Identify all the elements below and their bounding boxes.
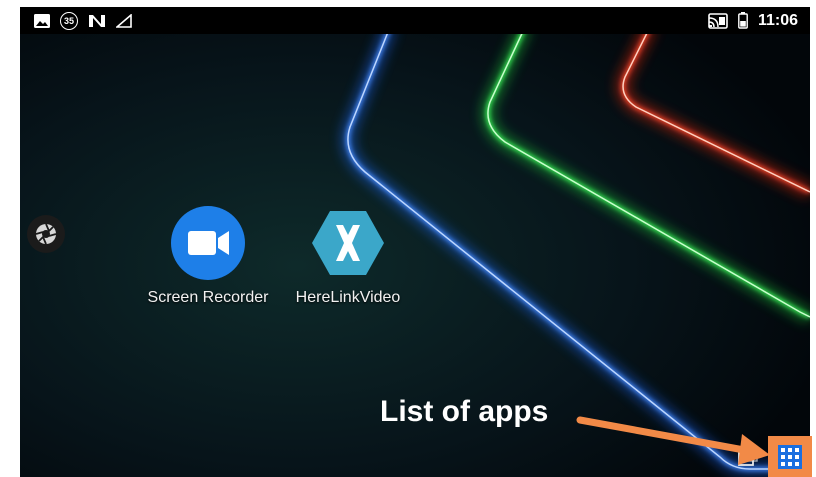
- status-left-icons: 35: [20, 11, 144, 30]
- app-icon-herelinkvideo[interactable]: [310, 205, 386, 281]
- grid-icon: [778, 444, 802, 469]
- battery-icon: [738, 12, 748, 30]
- video-camera-icon: [171, 206, 245, 280]
- app-label-screen-recorder: Screen Recorder: [147, 289, 269, 306]
- app-screen-recorder[interactable]: Screen Recorder: [133, 205, 283, 307]
- shutter-button[interactable]: [27, 215, 65, 253]
- recent-apps-icon[interactable]: [737, 447, 759, 469]
- image-icon: [34, 12, 50, 30]
- shutter-icon: [35, 223, 57, 245]
- n-icon: [88, 12, 106, 30]
- cast-icon: [708, 12, 728, 30]
- annotation-label: List of apps: [380, 395, 549, 428]
- status-bar: 35 11:06: [20, 7, 810, 34]
- app-icon-screen-recorder[interactable]: [170, 205, 246, 281]
- xamarin-x-icon: [312, 211, 384, 275]
- status-right-icons: 11:06: [696, 12, 810, 30]
- app-herelinkvideo[interactable]: HereLinkVideo: [273, 205, 423, 307]
- app-label-herelinkvideo: HereLinkVideo: [295, 289, 401, 306]
- signal-icon: [116, 12, 132, 30]
- status-time: 11:06: [757, 11, 798, 29]
- app-drawer-button[interactable]: [768, 436, 812, 477]
- notification-35-icon: 35: [60, 11, 78, 30]
- badge-number: 35: [63, 15, 74, 26]
